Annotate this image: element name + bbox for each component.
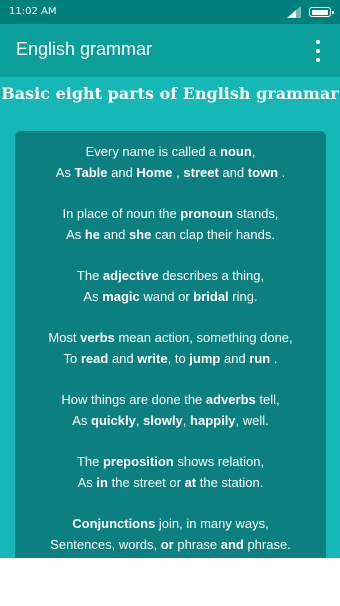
verse-text: As: [72, 413, 92, 428]
verse-text: As: [66, 227, 85, 242]
keyword-text: happily: [190, 413, 236, 428]
verse-line: As in the street or at the station.: [15, 472, 326, 493]
verse-line: Every name is called a noun,: [15, 141, 326, 162]
verse-text: Sentences, words,: [50, 537, 161, 552]
verse-text: ,: [135, 413, 144, 428]
verse-line: In place of noun the pronoun stands,: [15, 203, 326, 224]
keyword-text: he: [84, 227, 101, 242]
keyword-text: adjective: [102, 268, 159, 283]
verse-text: The: [76, 454, 103, 469]
keyword-text: street: [183, 165, 219, 180]
verse-line: Most verbs mean action, something done,: [15, 327, 326, 348]
keyword-text: magic: [102, 289, 140, 304]
verse-text: To: [63, 351, 81, 366]
verse-line: Conjunctions join, in many ways,: [15, 513, 326, 534]
verse: The adjective describes a thing, As magic…: [15, 265, 326, 307]
content-area[interactable]: Basic eight parts of English grammar Eve…: [0, 77, 340, 558]
verse-text: can clap their hands.: [151, 227, 275, 242]
verse: In place of noun the pronoun stands, As h…: [15, 203, 326, 245]
verse-text: and: [220, 351, 250, 366]
verse: Conjunctions join, in many ways, Sentence…: [15, 513, 326, 555]
keyword-text: slowly: [143, 413, 183, 428]
verse-text: ,: [251, 144, 256, 159]
verse-text: join, in many ways,: [155, 516, 269, 531]
keyword-text: verbs: [80, 330, 115, 345]
status-bar: 11:02 AM: [0, 0, 340, 24]
verse-text: In place of noun the: [62, 206, 181, 221]
app-title: English grammar: [16, 39, 153, 59]
verse-text: and: [108, 351, 138, 366]
verse: The preposition shows relation, As in the…: [15, 451, 326, 493]
verse-line: As he and she can clap their hands.: [15, 224, 326, 245]
keyword-text: town: [247, 165, 279, 180]
verse-text: As: [77, 475, 97, 490]
verse-text: ,: [182, 413, 191, 428]
verse-line: The preposition shows relation,: [15, 451, 326, 472]
verse: Most verbs mean action, something done, T…: [15, 327, 326, 369]
verse-text: phrase: [173, 537, 221, 552]
battery-icon: [309, 7, 334, 17]
page-heading: Basic eight parts of English grammar: [1, 84, 339, 103]
verse-line: As magic wand or bridal ring.: [15, 286, 326, 307]
verse-text: Most: [48, 330, 81, 345]
verse-text: How things are done the: [61, 392, 206, 407]
verse-text: shows relation,: [173, 454, 265, 469]
keyword-text: adverbs: [205, 392, 256, 407]
verse-text: and: [218, 165, 248, 180]
bottom-blank-area: [0, 558, 340, 606]
verse-text: mean action, something done,: [114, 330, 293, 345]
keyword-text: run: [249, 351, 271, 366]
keyword-text: write: [137, 351, 168, 366]
keyword-text: jump: [189, 351, 221, 366]
keyword-text: Home: [136, 165, 173, 180]
keyword-text: and: [220, 537, 244, 552]
poem-verses: Every name is called a noun, As Table and…: [15, 141, 326, 558]
verse-text: wand or: [139, 289, 194, 304]
verse-text: stands,: [233, 206, 279, 221]
verse-text: .: [270, 351, 278, 366]
more-vert-icon[interactable]: [308, 40, 328, 62]
verse-text: and: [100, 227, 129, 242]
verse-text: ,: [172, 165, 184, 180]
verse-line: As Table and Home , street and town .: [15, 162, 326, 183]
poem-card: Every name is called a noun, As Table and…: [15, 131, 326, 558]
verse-text: , well.: [235, 413, 269, 428]
verse-text: the station.: [196, 475, 264, 490]
status-time: 11:02 AM: [9, 6, 57, 17]
keyword-text: pronoun: [180, 206, 233, 221]
verse-text: phrase.: [243, 537, 291, 552]
keyword-text: quickly: [91, 413, 136, 428]
verse-text: and: [107, 165, 137, 180]
verse-text: , to: [167, 351, 190, 366]
verse-text: tell,: [255, 392, 280, 407]
verse-text: As: [83, 289, 103, 304]
verse-text: describes a thing,: [158, 268, 265, 283]
verse-text: Every name is called a: [85, 144, 220, 159]
verse-line: The adjective describes a thing,: [15, 265, 326, 286]
app-bar: English grammar: [0, 24, 340, 77]
verse-text: the street or: [107, 475, 185, 490]
keyword-text: in: [96, 475, 108, 490]
keyword-text: she: [128, 227, 152, 242]
keyword-text: Table: [74, 165, 108, 180]
keyword-text: noun: [220, 144, 252, 159]
verse-text: The: [76, 268, 103, 283]
verse: How things are done the adverbs tell, As …: [15, 389, 326, 431]
verse-line: Sentences, words, or phrase and phrase.: [15, 534, 326, 555]
verse-line: To read and write, to jump and run .: [15, 348, 326, 369]
verse-line: How things are done the adverbs tell,: [15, 389, 326, 410]
verse-text: As: [55, 165, 75, 180]
keyword-text: at: [184, 475, 197, 490]
signal-icon: [287, 6, 301, 18]
keyword-text: Conjunctions: [72, 516, 156, 531]
keyword-text: read: [80, 351, 109, 366]
keyword-text: or: [160, 537, 174, 552]
verse-text: ring.: [228, 289, 258, 304]
keyword-text: bridal: [193, 289, 229, 304]
keyword-text: preposition: [102, 454, 174, 469]
verse-line: As quickly, slowly, happily, well.: [15, 410, 326, 431]
verse: Every name is called a noun, As Table and…: [15, 141, 326, 183]
verse-text: .: [278, 165, 286, 180]
